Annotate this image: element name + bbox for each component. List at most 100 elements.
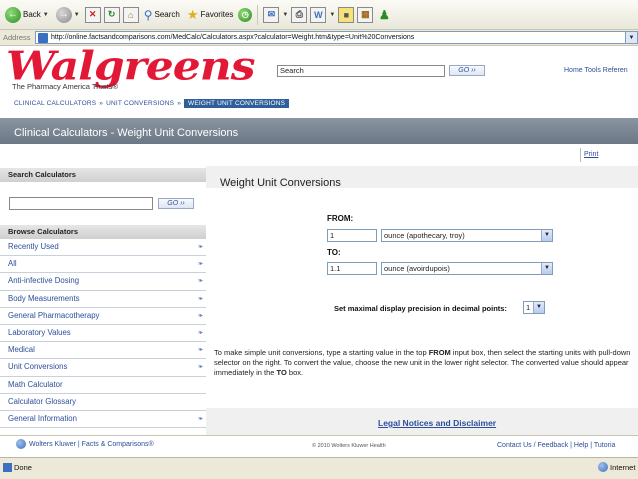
sidebar-search-input[interactable]: [9, 197, 153, 210]
browser-toolbar: ← Back ▼ → ▼ ✕ ↻ ⌂ ⚲ Search ★ Favorites …: [0, 0, 638, 30]
calculator-title: Weight Unit Conversions: [206, 166, 638, 189]
from-unit-value: ounce (apothecary, troy): [384, 231, 465, 240]
chevron-right-icon: ››▸: [197, 347, 203, 354]
help-text-bold: FROM: [428, 348, 451, 357]
stop-icon[interactable]: ✕: [84, 6, 101, 23]
forward-arrow-icon: →: [55, 6, 72, 23]
chevron-right-icon: ››▸: [197, 244, 203, 250]
chevron-down-icon: ▼: [541, 263, 552, 274]
sidebar-item-laboratory-values[interactable]: Laboratory Values ››▸: [0, 324, 206, 343]
globe-icon: [16, 439, 26, 449]
site-header: Walgreens The Pharmacy America Trusts® S…: [0, 47, 638, 97]
status-bar: Done Internet: [0, 457, 638, 479]
search-label: Search: [154, 10, 180, 19]
refresh-icon[interactable]: ↻: [103, 6, 120, 23]
sidebar-item-math-calculator[interactable]: Math Calculator: [0, 376, 206, 394]
research-icon[interactable]: ▦: [357, 6, 374, 23]
sidebar: Search Calculators GO ›› Browse Calculat…: [0, 168, 206, 435]
tagline: The Pharmacy America Trusts®: [12, 82, 118, 91]
print-link[interactable]: Print: [584, 151, 598, 158]
copyright: © 2010 Wolters Kluwer Health: [312, 443, 386, 449]
sidebar-search-heading: Search Calculators: [0, 168, 206, 182]
back-arrow-icon: ←: [5, 6, 21, 23]
sidebar-item-all[interactable]: All ››▸: [0, 256, 206, 274]
chevron-right-icon: ››▸: [197, 312, 203, 319]
sidebar-item-general-pharmacotherapy[interactable]: General Pharmacotherapy ››▸: [0, 307, 206, 325]
divider: [580, 148, 581, 162]
favorites-button[interactable]: ★ Favorites: [185, 4, 236, 26]
help-text-bold: TO: [276, 368, 287, 377]
sidebar-item-label: Laboratory Values: [8, 327, 71, 337]
dropdown-arrow-icon[interactable]: ▼: [329, 12, 335, 18]
sidebar-item-label: Recently Used: [8, 242, 59, 251]
back-label: Back: [23, 10, 41, 19]
sidebar-item-label: Medical: [8, 345, 35, 355]
page-icon: [3, 463, 12, 472]
messenger-icon[interactable]: ♟: [376, 7, 392, 23]
mail-icon[interactable]: ✉: [263, 6, 280, 23]
sidebar-item-recently-used[interactable]: Recently Used ››▸: [0, 239, 206, 257]
sidebar-list: Recently Used ››▸ All ››▸ Anti-infective D…: [0, 239, 206, 429]
from-label: FROM:: [327, 214, 354, 223]
from-unit-select[interactable]: ounce (apothecary, troy) ▼: [381, 229, 553, 242]
url-text: http://online.factsandcomparisons.com/Me…: [51, 34, 415, 41]
legal-notices-link[interactable]: Legal Notices and Disclaimer: [378, 418, 496, 428]
site-footer: Wolters Kluwer | Facts & Comparisons® © …: [0, 435, 638, 457]
help-text: To make simple unit conversions, type a …: [214, 348, 638, 378]
top-links[interactable]: Home Tools Referen: [564, 67, 628, 74]
address-dropdown-icon[interactable]: ▼: [625, 32, 637, 43]
header-go-button[interactable]: GO ››: [449, 65, 485, 76]
sidebar-item-general-information[interactable]: General Information ››▸: [0, 410, 206, 429]
breadcrumb-item-clinical-calculators[interactable]: CLINICAL CALCULATORS: [14, 100, 96, 107]
legal-section: Legal Notices and Disclaimer: [206, 408, 638, 435]
precision-label: Set maximal display precision in decimal…: [334, 304, 507, 313]
edit-icon[interactable]: W: [310, 6, 327, 23]
help-text-part: To make simple unit conversions, type a …: [214, 348, 429, 357]
sidebar-item-anti-infective-dosing[interactable]: Anti-infective Dosing ››▸: [0, 273, 206, 291]
main-content: Print Weight Unit Conversions FROM: 1 ou…: [206, 144, 638, 435]
chevron-right-icon: ››▸: [197, 278, 203, 285]
sidebar-item-label: Anti-infective Dosing: [8, 276, 80, 286]
precision-value: 1: [526, 303, 531, 312]
to-unit-select[interactable]: ounce (avoirdupois) ▼: [381, 262, 553, 275]
print-icon[interactable]: ⎙: [291, 6, 308, 23]
wolters-kluwer-logo[interactable]: Wolters Kluwer | Facts & Comparisons®: [16, 439, 154, 449]
breadcrumb-item-unit-conversions[interactable]: UNIT CONVERSIONS: [106, 100, 174, 107]
dropdown-arrow-icon[interactable]: ▼: [282, 12, 288, 18]
sidebar-go-button[interactable]: GO ››: [158, 198, 194, 209]
sidebar-item-medical[interactable]: Medical ››▸: [0, 342, 206, 360]
zone-text: Internet: [610, 463, 636, 472]
chevron-down-icon: ▼: [541, 230, 552, 241]
address-input[interactable]: http://online.factsandcomparisons.com/Me…: [35, 31, 638, 44]
header-search-input[interactable]: Search: [277, 65, 445, 77]
chevron-down-icon: ▼: [533, 302, 544, 313]
chevron-right-icon: ››▸: [197, 261, 203, 268]
to-value-input[interactable]: 1.1: [327, 262, 377, 275]
chevron-right-icon: ››▸: [197, 295, 203, 302]
sidebar-item-unit-conversions[interactable]: Unit Conversions ››▸: [0, 359, 206, 377]
sidebar-item-label: General Information: [8, 413, 77, 423]
walgreens-logo[interactable]: Walgreens: [6, 47, 256, 87]
sidebar-item-calculator-glossary[interactable]: Calculator Glossary: [0, 393, 206, 411]
sidebar-item-label: Body Measurements: [8, 293, 80, 303]
page-title: Clinical Calculators - Weight Unit Conve…: [0, 118, 638, 144]
sidebar-item-label: Calculator Glossary: [8, 396, 77, 406]
sidebar-item-label: All: [8, 259, 17, 269]
search-button[interactable]: ⚲ Search: [142, 4, 182, 26]
precision-select[interactable]: 1 ▼: [523, 301, 545, 314]
from-value-input[interactable]: 1: [327, 229, 377, 242]
chevron-right-icon: ››▸: [197, 329, 203, 336]
sidebar-item-body-measurements[interactable]: Body Measurements ››▸: [0, 290, 206, 308]
favorites-label: Favorites: [200, 10, 234, 19]
dropdown-arrow-icon: ▼: [42, 11, 49, 18]
address-label: Address: [3, 33, 31, 42]
discuss-icon[interactable]: ■: [338, 6, 355, 23]
history-icon[interactable]: ◷: [238, 7, 253, 22]
back-button[interactable]: ← Back ▼: [3, 4, 51, 26]
star-icon: ★: [186, 6, 199, 22]
home-icon[interactable]: ⌂: [122, 6, 139, 23]
status-text: Done: [14, 463, 32, 472]
footer-links[interactable]: Contact Us / Feedback | Help | Tutoria: [497, 442, 615, 449]
forward-button[interactable]: → ▼: [54, 4, 82, 26]
to-unit-value: ounce (avoirdupois): [384, 264, 450, 273]
